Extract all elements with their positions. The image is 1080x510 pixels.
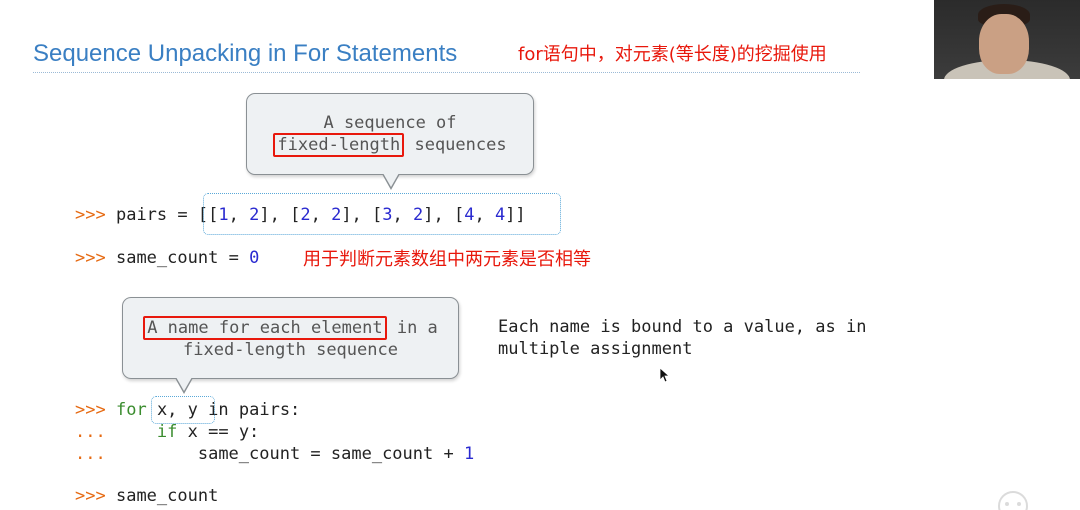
highlight-fixed-length: fixed-length (273, 133, 405, 157)
code-iter-pairs: pairs: (238, 400, 301, 420)
prompt: >>> (75, 248, 106, 268)
code-keyword-if: if (156, 422, 178, 442)
code-line-increment: ... same_count = same_count + 1 (75, 443, 474, 465)
code-line-if: ... if x == y: (75, 421, 259, 443)
continuation-prompt: ... (75, 422, 106, 442)
code-var-same-count: same_count (115, 486, 219, 506)
prompt: >>> (75, 205, 106, 225)
callout-bottom-line1: A name for each element in a (123, 316, 458, 340)
code-op: = (177, 205, 188, 225)
code-num: 0 (249, 248, 260, 268)
callout-top-line2-rest: sequences (404, 135, 507, 155)
code-num: 1 (463, 444, 475, 464)
code-var-pairs: pairs (115, 205, 168, 225)
callout-top-line2: fixed-length sequences (247, 133, 533, 157)
code-keyword-for: for (115, 400, 147, 420)
code-op: = (228, 248, 239, 268)
callout-name-for-each-element: A name for each element in a fixed-lengt… (122, 297, 459, 394)
continuation-prompt: ... (75, 444, 106, 464)
callout-bottom-line2: fixed-length sequence (183, 340, 398, 360)
code-line-result: >>> same_count (75, 485, 218, 507)
code-line-same-count-init: >>> same_count = 0 (75, 247, 259, 269)
same-count-annotation: 用于判断元素数组中两元素是否相等 (303, 249, 591, 270)
video-overlay-icon[interactable] (988, 486, 1038, 510)
title-divider (33, 72, 860, 73)
code-increment: same_count = same_count + (197, 444, 454, 464)
title-annotation: for语句中，对元素(等长度)的挖掘使用 (518, 44, 827, 65)
callout-bottom-line1-rest: in a (386, 318, 438, 338)
note-line2: multiple assignment (498, 339, 693, 359)
highlight-x-y (151, 396, 215, 424)
note-line1: Each name is bound to a value, as in (498, 317, 867, 337)
code-var-same-count: same_count (115, 248, 219, 268)
callout-top-line1: A sequence of (323, 113, 457, 133)
presenter-webcam (934, 0, 1080, 79)
highlight-name-for-each-element: A name for each element (143, 316, 387, 340)
code-condition: x == y: (187, 422, 260, 442)
mouse-cursor-icon (659, 367, 669, 383)
prompt: >>> (75, 400, 106, 420)
prompt: >>> (75, 486, 106, 506)
highlight-pairs-list (203, 193, 561, 235)
slide-title: Sequence Unpacking in For Statements (33, 40, 458, 67)
callout-sequence-of-sequences: A sequence of fixed-length sequences (246, 93, 534, 190)
